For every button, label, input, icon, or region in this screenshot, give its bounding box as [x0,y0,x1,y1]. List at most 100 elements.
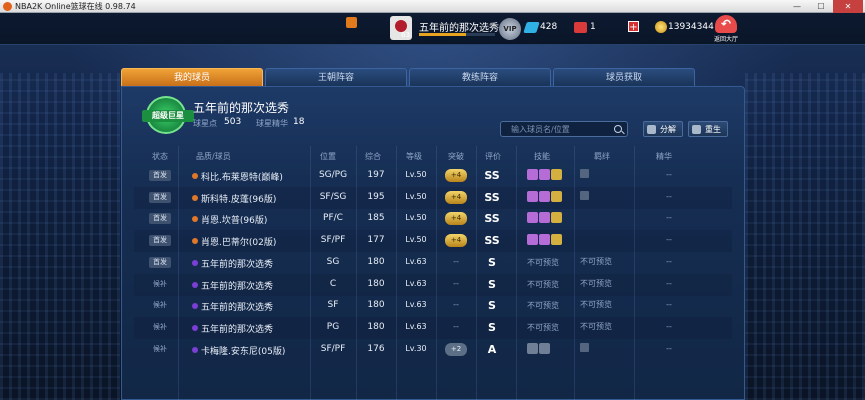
header-position[interactable]: 位置 [320,151,336,162]
player-name[interactable]: 肖恩.坎普(96版) [201,213,267,226]
quality-dot-icon [192,173,198,179]
player-position: SF/PF [320,235,346,246]
player-skills-text: 不可预览 [527,322,559,332]
table-row[interactable]: 候补 五年前的那次选秀 PG 180 Lv.63 -- S 不可预览 不可预览 -- [134,316,732,339]
player-name[interactable]: 五年前的那次选秀 [201,279,273,292]
skill-icon[interactable] [527,342,538,354]
tab-player-acquisition[interactable]: 球员获取 [553,68,695,86]
skill-icon[interactable] [551,169,562,180]
notification-icon[interactable] [346,17,357,28]
player-grade: SS [484,234,500,248]
skill-icon[interactable] [527,212,538,224]
maximize-button[interactable]: ☐ [809,0,833,13]
crowd-right-decoration [745,73,865,400]
header-breakthrough[interactable]: 突破 [448,151,464,162]
table-row[interactable]: 首发 科比.布莱恩特(巅峰) SG/PG 197 Lv.50 +4 SS -- [134,165,732,187]
back-to-lobby-label: 返回大厅 [713,36,738,43]
column-separator [574,146,575,400]
player-skills-text: 不可预览 [527,257,559,267]
header-overall[interactable]: 综合 [365,151,381,162]
player-skills[interactable] [527,212,563,224]
vip-icon[interactable]: VIP [499,18,521,40]
bond-icon[interactable] [580,190,589,200]
skill-icon[interactable] [527,234,538,246]
table-row[interactable]: 首发 肖恩.坎普(96版) PF/C 185 Lv.50 +4 SS -- [134,208,732,230]
player-name[interactable]: 肖恩.巴蒂尔(02版) [201,235,276,248]
search-icon[interactable] [614,125,622,133]
lineup-name: 五年前的那次选秀 [193,101,290,115]
skill-icon[interactable] [527,169,538,180]
add-currency-button[interactable]: + [628,21,639,33]
header-skills[interactable]: 技能 [534,151,550,162]
skill-icon[interactable] [539,190,550,202]
skill-icon[interactable] [551,190,562,202]
header-status[interactable]: 状态 [152,151,168,162]
star-points-value: 503 [224,117,242,127]
player-essence: -- [666,256,672,266]
player-breakthrough[interactable]: +4 [445,234,467,248]
skill-icon[interactable] [539,342,550,354]
player-level: Lv.50 [405,170,427,179]
player-bond-text: 不可预览 [580,278,612,288]
skill-icon[interactable] [539,212,550,224]
player-breakthrough[interactable]: +4 [445,169,467,182]
player-essence: -- [666,191,672,201]
player-name[interactable]: 斯科特.皮蓬(96版) [201,192,276,205]
header-essence[interactable]: 精华 [656,151,672,162]
table-row[interactable]: 首发 肖恩.巴蒂尔(02版) SF/PF 177 Lv.50 +4 SS -- [134,230,732,253]
player-search-input[interactable] [501,122,609,136]
tab-dynasty-lineup[interactable]: 王朝阵容 [265,68,407,86]
decompose-button[interactable]: 分解 [643,121,683,137]
bond-icon[interactable] [580,169,589,178]
minimize-button[interactable]: — [785,0,809,13]
table-row[interactable]: 首发 五年前的那次选秀 SG 180 Lv.63 -- S 不可预览 不可预览 -- [134,252,732,274]
player-name[interactable]: 科比.布莱恩特(巅峰) [201,170,283,183]
player-status: 候补 [153,344,167,353]
player-skills[interactable] [527,342,551,354]
back-to-lobby-button[interactable]: ↶ 返回大厅 [711,15,741,43]
header-bond[interactable]: 羁绊 [594,151,610,162]
player-status: 首发 [149,235,171,247]
player-skills[interactable] [527,234,563,246]
close-button[interactable]: ✕ [833,0,863,13]
skill-icon[interactable] [539,234,550,246]
window-title: NBA2K Online篮球在线 0.98.74 [15,2,136,11]
rebirth-button[interactable]: 重生 [688,121,728,137]
player-grade: SS [484,212,500,226]
player-overall: 176 [367,343,385,354]
players-table: 状态 品质/球员 位置 综合 等级 突破 评价 技能 羁绊 精华 首发 科比.布莱… [134,146,732,400]
crowd-left-decoration [0,73,120,400]
quality-dot-icon [192,216,198,223]
table-row[interactable]: 候补 五年前的那次选秀 C 180 Lv.63 -- S 不可预览 不可预览 -- [134,273,732,296]
player-breakthrough[interactable]: +4 [445,212,467,226]
header-level[interactable]: 等级 [406,151,422,162]
table-row[interactable]: 首发 斯科特.皮蓬(96版) SF/SG 195 Lv.50 +4 SS -- [134,186,732,209]
player-breakthrough[interactable]: +2 [445,342,467,356]
coin-count: 13934344 [668,22,714,32]
player-skills[interactable] [527,169,563,180]
skill-icon[interactable] [551,234,562,246]
player-bond-text: 不可预览 [580,321,612,331]
tab-coach-lineup[interactable]: 教练阵容 [409,68,551,86]
player-name[interactable]: 五年前的那次选秀 [201,322,273,335]
player-name[interactable]: 卡梅隆.安东尼(05版) [201,344,285,357]
quality-dot-icon [192,324,198,331]
table-row[interactable]: 候补 卡梅隆.安东尼(05版) SF/PF 176 Lv.30 +2 A -- [134,339,732,361]
bond-icon[interactable] [580,342,589,352]
player-name[interactable]: 五年前的那次选秀 [201,257,273,270]
header-name[interactable]: 品质/球员 [196,151,231,162]
player-breakthrough[interactable]: +4 [445,190,467,204]
player-skills[interactable] [527,190,563,202]
tab-my-players[interactable]: 我的球员 [121,68,263,86]
skill-icon[interactable] [539,169,550,180]
header-grade[interactable]: 评价 [485,151,501,162]
coin-icon [655,21,667,33]
app-icon [3,2,12,11]
player-essence: -- [666,300,672,310]
skill-icon[interactable] [527,190,538,202]
player-name[interactable]: 五年前的那次选秀 [201,300,273,313]
skill-icon[interactable] [551,212,562,224]
gem-count: 428 [540,22,558,32]
player-grade: S [488,255,496,269]
table-row[interactable]: 候补 五年前的那次选秀 SF 180 Lv.63 -- S 不可预览 不可预览 -- [134,295,732,317]
